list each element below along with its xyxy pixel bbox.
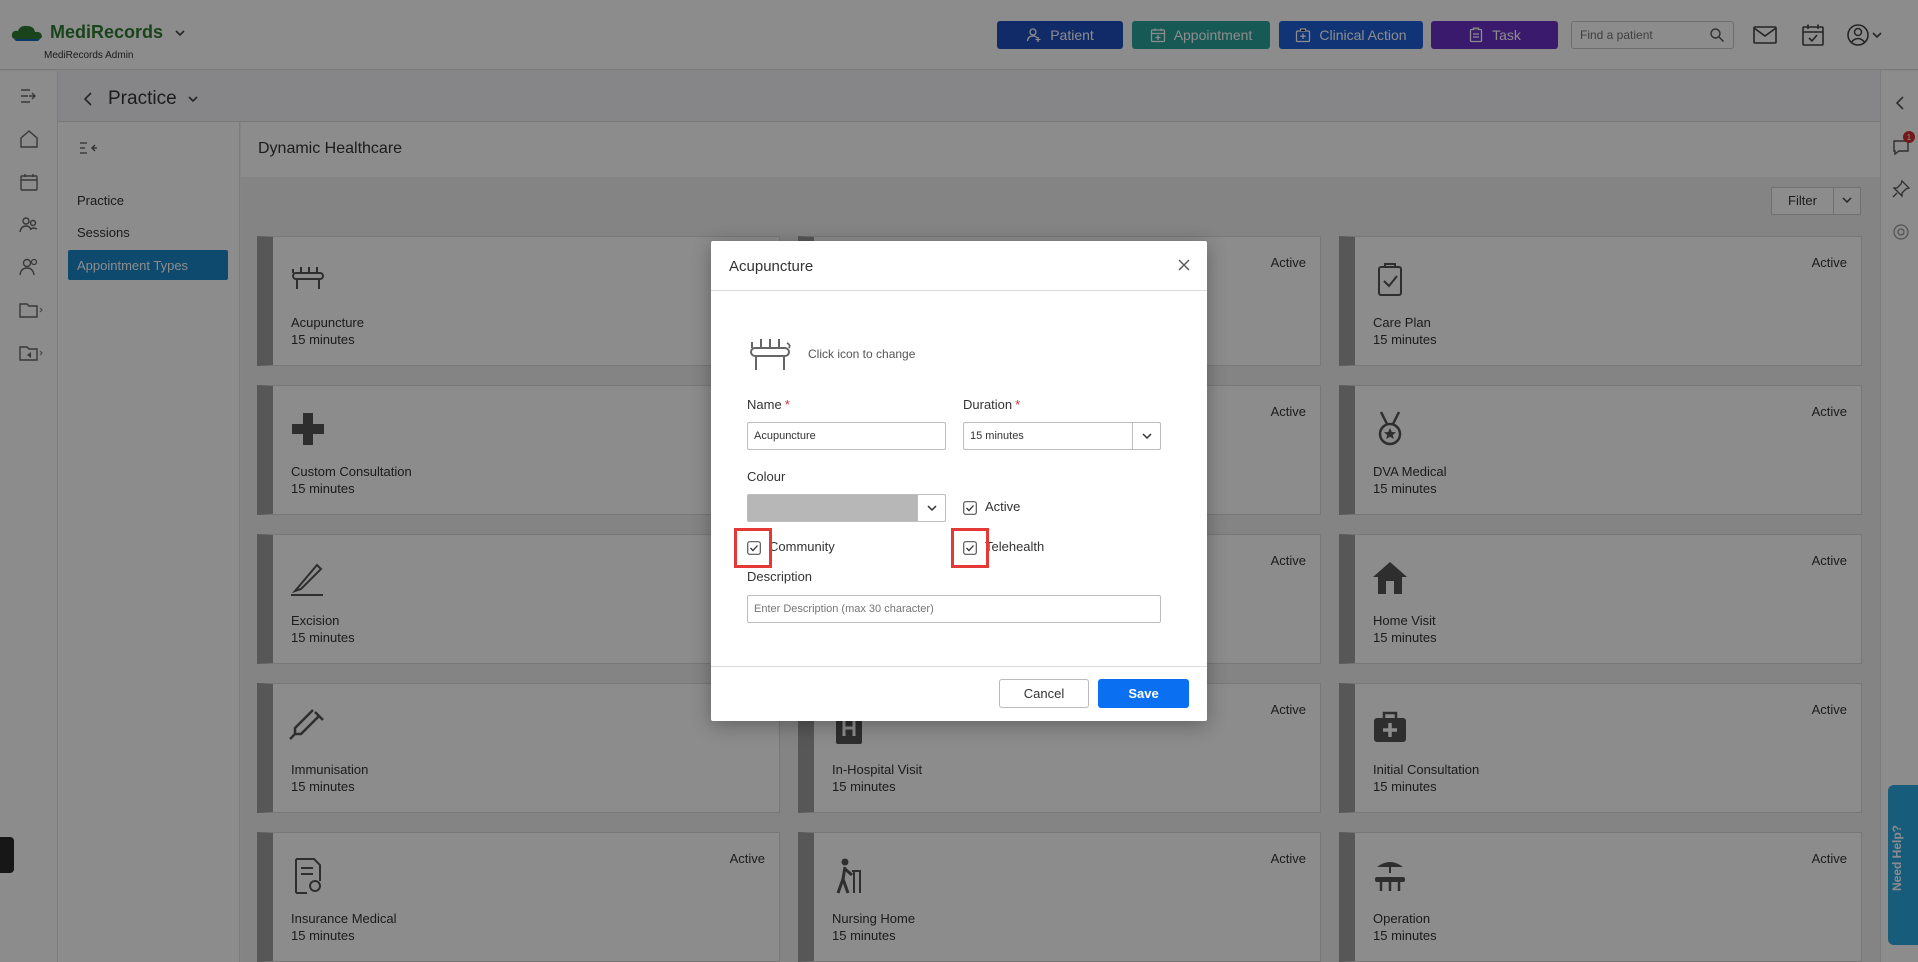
cancel-button[interactable]: Cancel	[999, 679, 1089, 708]
dialog-title: Acupuncture	[729, 258, 814, 275]
highlight-box	[734, 528, 772, 568]
duration-field-label: Duration *	[963, 397, 1020, 412]
save-button[interactable]: Save	[1098, 679, 1189, 708]
active-label: Active	[985, 499, 1021, 514]
colour-field-label: Colour	[747, 469, 786, 484]
duration-label-text: Duration	[963, 397, 1013, 412]
dialog-header: Acupuncture	[711, 241, 1207, 291]
description-field-label: Description	[747, 569, 813, 584]
required-marker: *	[1015, 397, 1021, 412]
name-input[interactable]: Acupuncture	[747, 422, 946, 450]
description-input[interactable]	[747, 595, 1161, 623]
community-label: Community	[769, 539, 835, 554]
chevron-down-icon	[1141, 433, 1152, 440]
name-field-label: Name *	[747, 397, 790, 412]
duration-select[interactable]: 15 minutes	[963, 422, 1161, 450]
colour-dropdown-toggle[interactable]	[917, 495, 945, 521]
highlight-box	[951, 528, 989, 568]
chevron-down-icon	[926, 505, 937, 512]
duration-dropdown-toggle[interactable]	[1132, 423, 1160, 449]
required-marker: *	[784, 397, 790, 412]
close-icon[interactable]	[1177, 258, 1191, 272]
colour-select[interactable]	[747, 494, 946, 522]
active-checkbox[interactable]	[963, 501, 977, 515]
colour-swatch	[748, 495, 918, 521]
telehealth-label: Telehealth	[985, 539, 1045, 554]
name-label-text: Name	[747, 397, 782, 412]
massage-table-icon[interactable]	[747, 334, 793, 374]
duration-value: 15 minutes	[970, 430, 1024, 442]
icon-change-hint: Click icon to change	[808, 347, 916, 361]
edit-appointment-type-dialog: Acupuncture Click icon to change Name * A…	[711, 241, 1207, 721]
dialog-footer-divider	[711, 666, 1207, 667]
